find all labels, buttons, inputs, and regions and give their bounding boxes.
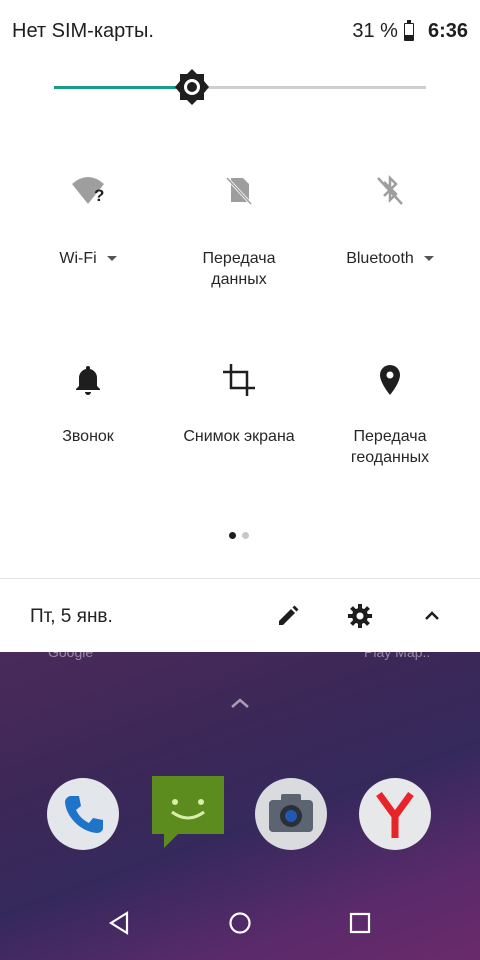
page-dot <box>242 532 249 539</box>
wifi-unknown-icon: ? <box>70 172 106 208</box>
battery-icon <box>403 19 414 41</box>
tile-label: Bluetooth <box>346 250 414 267</box>
carrier-text: Нет SIM-карты. <box>12 20 154 42</box>
tile-label: Передача данных <box>202 250 276 288</box>
faded-app-label: Google <box>48 652 94 660</box>
date-text: Пт, 5 янв. <box>30 606 113 627</box>
tile-bluetooth[interactable]: Bluetooth <box>310 172 470 269</box>
phone-icon[interactable] <box>47 778 119 850</box>
crop-icon <box>221 362 257 398</box>
notification-shade: Нет SIM-карты. 31 % 6:36 ? Wi-Fi Передач… <box>0 0 480 652</box>
chevron-down-icon[interactable] <box>423 256 434 261</box>
camera-icon[interactable] <box>255 778 327 850</box>
page-dot-active <box>229 532 236 539</box>
back-icon[interactable] <box>107 910 133 936</box>
bluetooth-off-icon <box>372 172 408 208</box>
clock: 6:36 <box>427 20 468 42</box>
tile-label: Передача геоданных <box>350 428 430 466</box>
home-screen: Google Play Мар.. <box>0 652 480 960</box>
collapse-icon[interactable] <box>418 602 446 630</box>
tile-ring[interactable]: Звонок <box>8 362 168 447</box>
tile-label: Звонок <box>62 428 114 445</box>
edit-icon[interactable] <box>274 602 302 630</box>
navigation-bar <box>0 884 480 960</box>
home-icon[interactable] <box>227 910 253 936</box>
faded-app-label: Play Мар.. <box>364 652 431 660</box>
bell-icon <box>70 362 106 398</box>
location-pin-icon <box>372 362 408 398</box>
status-bar: Нет SIM-карты. 31 % 6:36 <box>0 0 480 62</box>
brightness-slider[interactable] <box>54 69 426 105</box>
battery-percent: 31 % <box>352 20 398 42</box>
svg-text:?: ? <box>94 186 104 205</box>
tile-label: Wi-Fi <box>59 250 97 267</box>
settings-icon[interactable] <box>346 602 374 630</box>
recents-icon[interactable] <box>347 910 373 936</box>
app-drawer-chevron-icon[interactable] <box>229 696 251 715</box>
no-sim-icon <box>221 172 257 208</box>
battery-fill <box>404 34 413 40</box>
tile-label: Снимок экрана <box>183 428 295 445</box>
brightness-slider-fill <box>54 86 192 89</box>
status-right: 31 % 6:36 <box>352 19 468 43</box>
divider <box>0 578 480 579</box>
chevron-down-icon[interactable] <box>106 256 117 261</box>
yandex-icon[interactable] <box>359 778 431 850</box>
tile-screenshot[interactable]: Снимок экрана <box>159 362 319 447</box>
tile-location[interactable]: Передача геоданных <box>310 362 470 468</box>
tile-wifi[interactable]: ? Wi-Fi <box>8 172 168 269</box>
messages-icon[interactable] <box>152 776 224 848</box>
page-indicator <box>229 532 249 539</box>
brightness-icon[interactable] <box>173 68 211 106</box>
tile-mobile-data[interactable]: Передача данных <box>159 172 319 290</box>
